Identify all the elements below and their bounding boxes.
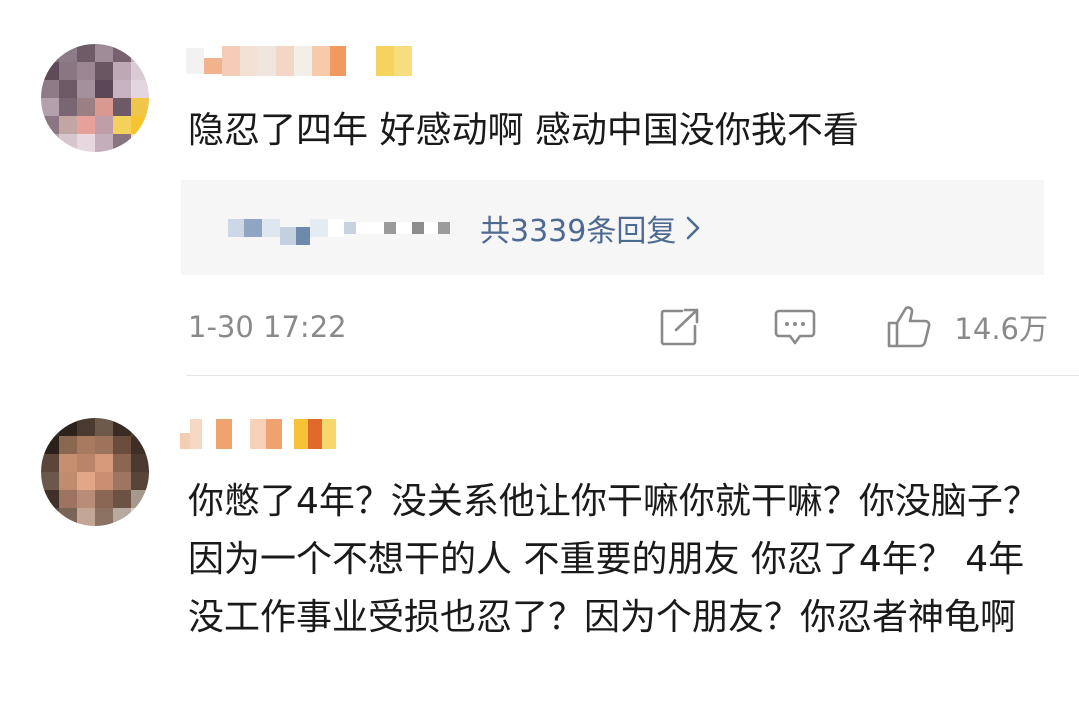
reply-author-blurred [228, 211, 450, 245]
view-replies-link[interactable]: 共3339条回复 [480, 206, 700, 250]
replies-count-label: 共3339条回复 [480, 213, 677, 249]
comment-item: 隐忍了四年 好感动啊 感动中国没你我不看 共3339条回复 1-30 17:22… [0, 0, 1079, 376]
comment-icon [775, 309, 816, 345]
avatar[interactable] [41, 418, 149, 526]
comment-item: 你憋了4年？没关系他让你干嘛你就干嘛？你没脑子？因为一个不想干的人 不重要的朋友… [0, 376, 1079, 712]
username-blurred[interactable] [180, 416, 336, 452]
comment-text: 隐忍了四年 好感动啊 感动中国没你我不看 [188, 110, 859, 151]
chevron-right-icon [687, 216, 700, 239]
avatar[interactable] [41, 44, 149, 152]
timestamp: 1-30 17:22 [188, 310, 347, 344]
like-button[interactable]: 14.6万 [886, 305, 1048, 349]
share-icon [661, 308, 699, 346]
comment-button[interactable] [774, 308, 816, 346]
share-button[interactable] [660, 308, 700, 346]
like-count: 14.6万 [954, 312, 1048, 346]
username-blurred[interactable] [186, 43, 412, 79]
thumbs-up-icon [888, 306, 931, 348]
comment-text: 你憋了4年？没关系他让你干嘛你就干嘛？你没脑子？因为一个不想干的人 不重要的朋友… [188, 481, 1039, 638]
comment-meta: 1-30 17:22 14.6万 [188, 304, 1048, 350]
replies-preview[interactable]: 共3339条回复 [181, 180, 1044, 275]
